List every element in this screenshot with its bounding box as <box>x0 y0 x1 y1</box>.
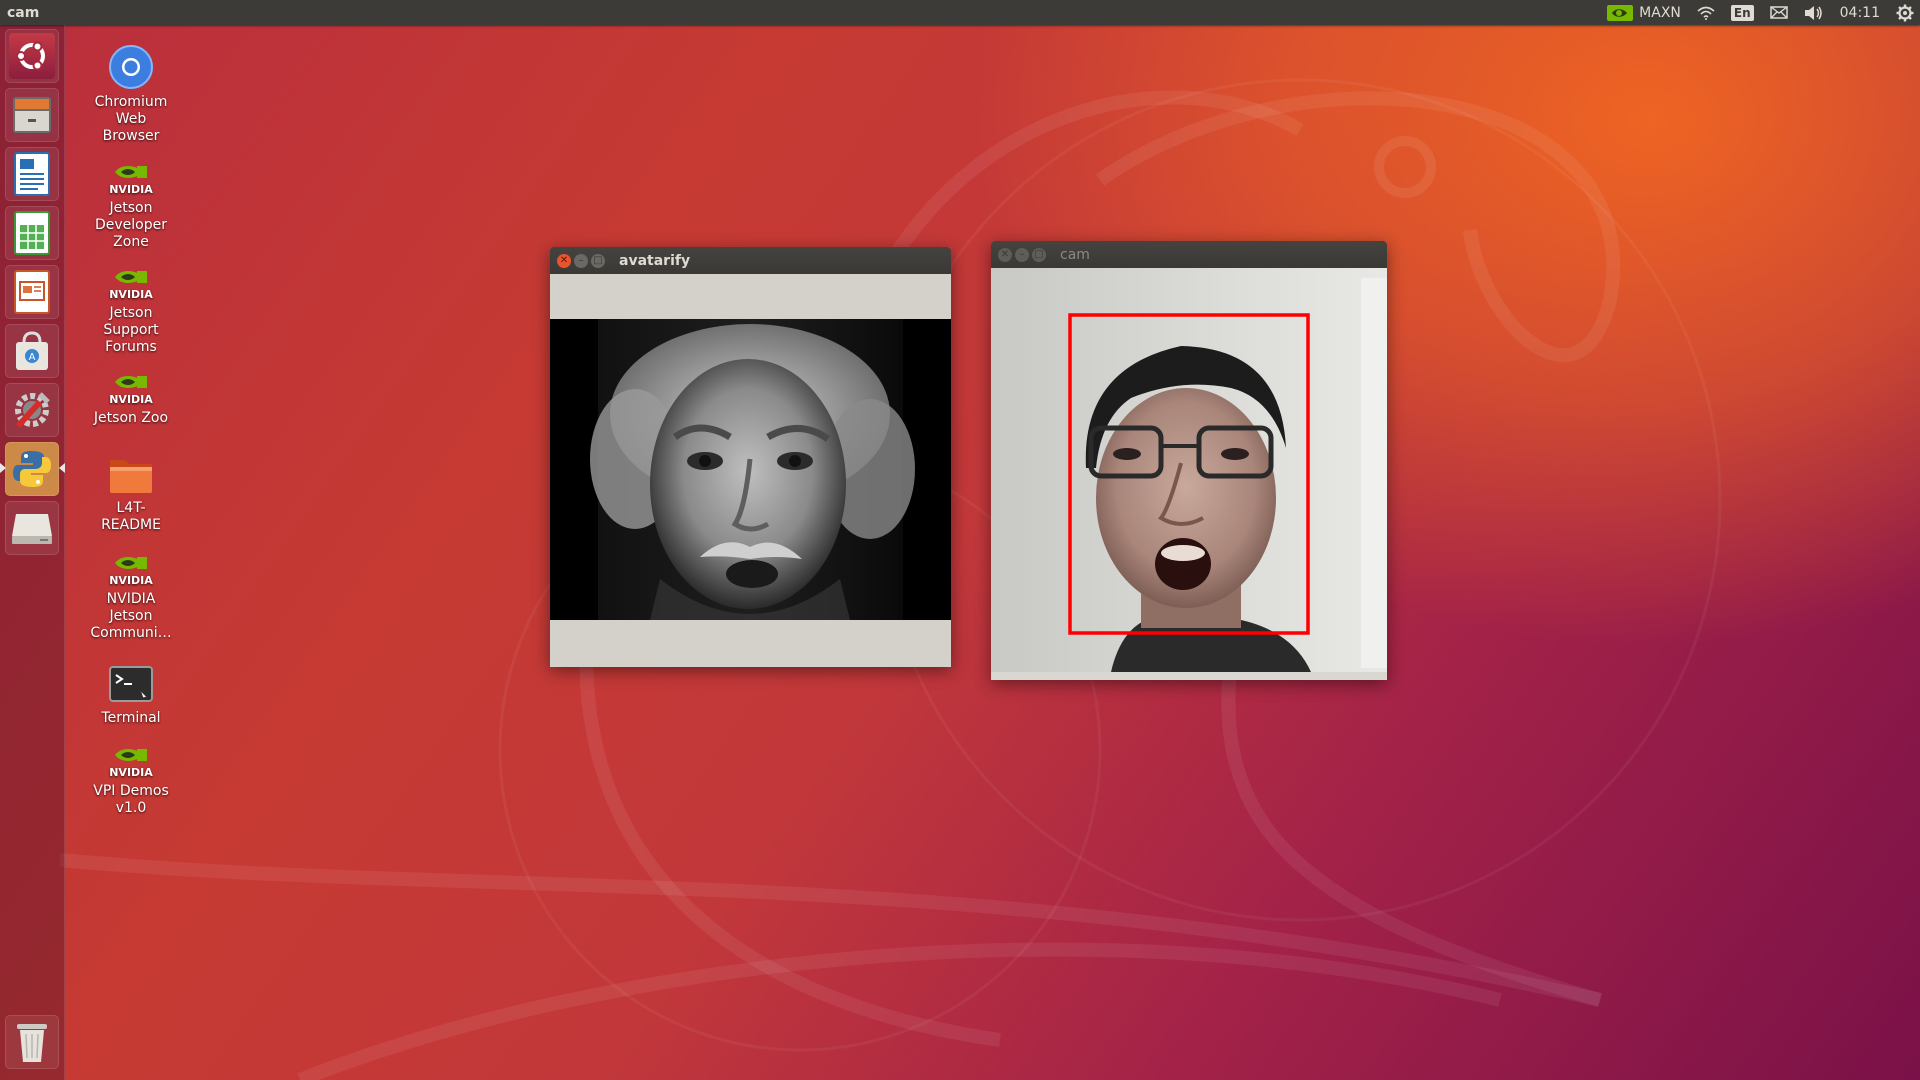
clock-time: 04:11 <box>1839 4 1880 21</box>
launcher-item-ubuntu-dash[interactable] <box>5 29 59 83</box>
impress-presentation-icon <box>9 269 55 315</box>
writer-document-icon <box>9 151 55 197</box>
nvidia-logo-icon: NVIDIA <box>76 267 186 301</box>
keyboard-layout-icon: En <box>1730 4 1754 21</box>
power-mode-label: MAXN <box>1639 4 1681 21</box>
close-icon: ✕ <box>1000 248 1010 260</box>
launcher-item-libreoffice-calc[interactable] <box>5 206 59 260</box>
active-app-title: cam <box>7 4 40 21</box>
window-controls: ✕ – □ <box>557 253 605 268</box>
close-button[interactable]: ✕ <box>557 253 571 268</box>
calc-spreadsheet-icon <box>9 210 55 256</box>
python-icon <box>9 446 55 492</box>
window-title: cam <box>1060 246 1090 263</box>
nvidia-logo-icon: NVIDIA <box>76 162 186 196</box>
launcher-item-python[interactable] <box>5 442 59 496</box>
desktop-icon-vpi-demos[interactable]: NVIDIA VPI Demos v1.0 <box>76 745 186 817</box>
window-avatarify[interactable]: ✕ – □ avatarify <box>550 247 951 667</box>
minimize-button[interactable]: – <box>574 253 588 268</box>
top-panel: cam MAXN En 04:11 <box>0 0 1920 25</box>
launcher-item-trash[interactable] <box>5 1015 59 1069</box>
desktop-icon-label: Jetson Support Forums <box>103 305 159 355</box>
nvidia-brand-text: NVIDIA <box>109 574 153 587</box>
window-title: avatarify <box>619 252 691 269</box>
desktop-icon-label: L4T- README <box>101 500 161 533</box>
keyboard-layout-indicator[interactable]: En <box>1730 0 1754 25</box>
maximize-icon: □ <box>1034 248 1044 260</box>
nvidia-brand-text: NVIDIA <box>109 766 153 779</box>
minimize-button[interactable]: – <box>1015 247 1029 262</box>
desktop-icon-label: VPI Demos v1.0 <box>93 783 169 816</box>
minimize-icon: – <box>1019 248 1025 260</box>
desktop-icon-terminal[interactable]: Terminal <box>76 664 186 727</box>
clock-indicator[interactable]: 04:11 <box>1840 0 1880 25</box>
nvidia-logo-icon: NVIDIA <box>76 553 186 587</box>
nvidia-brand-text: NVIDIA <box>109 183 153 196</box>
shopping-bag-icon: A <box>9 328 55 374</box>
maximize-icon: □ <box>593 254 603 266</box>
nvidia-logo-icon: NVIDIA <box>76 372 186 406</box>
launcher-item-libreoffice-impress[interactable] <box>5 265 59 319</box>
close-button[interactable]: ✕ <box>998 247 1012 262</box>
volume-icon <box>1804 5 1824 21</box>
folder-icon <box>76 454 186 496</box>
indicator-area: MAXN En 04:11 <box>1607 0 1914 25</box>
avatar-frame <box>550 319 951 620</box>
terminal-icon <box>76 664 186 706</box>
desktop-icon-label: Terminal <box>101 710 161 726</box>
launcher-item-libreoffice-writer[interactable] <box>5 147 59 201</box>
svg-text:A: A <box>29 352 36 363</box>
drive-icon <box>9 505 55 551</box>
desktop-icon-label: Jetson Zoo <box>93 410 169 426</box>
ubuntu-logo-icon <box>9 33 55 79</box>
tools-settings-icon <box>9 387 55 433</box>
maximize-button[interactable]: □ <box>591 253 605 268</box>
close-icon: ✕ <box>559 254 569 266</box>
nvidia-brand-text: NVIDIA <box>109 288 153 301</box>
window-titlebar[interactable]: ✕ – □ cam <box>991 241 1387 268</box>
desktop-icon-label: Chromium Web Browser <box>94 94 168 144</box>
launcher: A <box>0 25 65 1080</box>
window-body <box>991 268 1387 680</box>
nvidia-brand-text: NVIDIA <box>109 393 153 406</box>
messaging-indicator[interactable] <box>1769 0 1788 25</box>
window-controls: ✕ – □ <box>998 247 1046 262</box>
launcher-item-software-center[interactable]: A <box>5 324 59 378</box>
chromium-icon <box>76 44 186 90</box>
minimize-icon: – <box>578 254 584 266</box>
launcher-item-files[interactable] <box>5 88 59 142</box>
file-cabinet-icon <box>9 92 55 138</box>
avatar-portrait-image <box>590 319 915 620</box>
maximize-button[interactable]: □ <box>1032 247 1046 262</box>
wallpaper-swirls <box>59 78 1722 1080</box>
window-cam[interactable]: ✕ – □ cam <box>991 241 1387 680</box>
desktop-icon-label: Jetson Developer Zone <box>94 200 167 250</box>
session-indicator[interactable] <box>1896 0 1914 25</box>
settings-gear-icon <box>1896 4 1914 22</box>
desktop-icon-label: NVIDIA Jetson Communi… <box>90 591 172 641</box>
wifi-indicator[interactable] <box>1697 0 1715 25</box>
launcher-item-drive[interactable] <box>5 501 59 555</box>
nvidia-logo-icon: NVIDIA <box>76 745 186 779</box>
nvidia-power-indicator[interactable]: MAXN <box>1607 0 1681 25</box>
window-body <box>550 274 951 667</box>
mail-icon <box>1769 6 1788 19</box>
launcher-focus-marker <box>59 463 65 473</box>
trash-icon <box>9 1019 55 1065</box>
desktop-icon-jetson-developer-zone[interactable]: NVIDIA Jetson Developer Zone <box>76 162 186 251</box>
desktop-icon-l4t-readme[interactable]: L4T- README <box>76 454 186 534</box>
desktop-icon-jetson-support-forums[interactable]: NVIDIA Jetson Support Forums <box>76 267 186 356</box>
wifi-icon <box>1697 6 1715 20</box>
desktop-icon-jetson-zoo[interactable]: NVIDIA Jetson Zoo <box>76 372 186 427</box>
nvidia-icon <box>1607 4 1634 21</box>
launcher-item-system-settings[interactable] <box>5 383 59 437</box>
desktop-icon-chromium[interactable]: Chromium Web Browser <box>76 44 186 145</box>
desktop-icon-nvidia-jetson-community[interactable]: NVIDIA NVIDIA Jetson Communi… <box>76 553 186 642</box>
window-titlebar[interactable]: ✕ – □ avatarify <box>550 247 951 274</box>
webcam-feed-image <box>991 268 1387 672</box>
sound-indicator[interactable] <box>1804 0 1824 25</box>
